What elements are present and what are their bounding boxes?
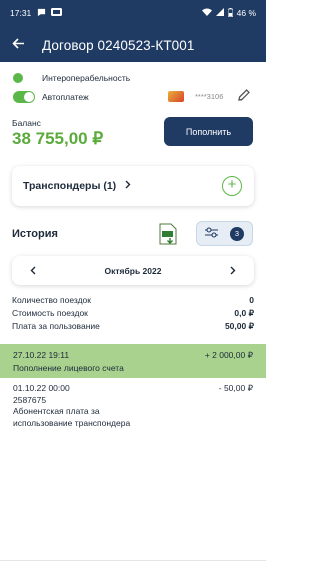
month-selector: Октябрь 2022 [12,256,254,285]
interoperability-label: Интероперабельность [42,73,131,83]
status-time: 17:31 [10,8,32,18]
edit-pencil-icon[interactable] [237,88,251,102]
status-dot [13,73,23,83]
add-transponder-button[interactable]: + [222,176,242,196]
stat-value: 0,0 ₽ [234,308,254,318]
stat-usage-fee: Плата за пользование 50,00 ₽ [12,321,254,332]
stat-value: 0 [249,295,254,305]
transaction-row[interactable]: 01.10.22 00:00 - 50,00 ₽ 2587675 Абонент… [0,383,266,429]
nav-divider [0,560,266,561]
stat-trips-count: Количество поездок 0 [12,295,254,305]
message-icon [37,8,46,19]
status-bar: 17:31 46 % [0,0,266,26]
bank-card-icon [168,91,184,102]
transaction-description-line-1: Абонентская плата за [13,406,100,416]
chevron-right-icon [125,180,131,192]
history-title: История [12,228,58,240]
transaction-amount: + 2 000,00 ₽ [204,350,253,360]
excel-export-icon[interactable] [159,223,177,245]
app-bar: Договор 0240523-КТ001 [0,30,266,60]
transponders-label: Транспондеры (1) [23,180,117,192]
filter-count-badge: 3 [230,227,244,241]
transaction-description: Пополнение лицевого счета [13,363,124,373]
balance-value: 38 755,00 ₽ [12,129,104,148]
interoperability-option: Интероперабельность [13,73,130,83]
next-month-arrow-icon[interactable] [230,263,236,278]
wifi-icon [201,8,212,18]
filter-sliders-icon [205,225,218,243]
filter-button[interactable]: 3 [196,221,253,246]
transaction-date: 01.10.22 00:00 [13,383,70,393]
topup-button[interactable]: Пополнить [164,117,253,146]
prev-month-arrow-icon[interactable] [30,263,36,278]
transaction-id: 2587675 [13,394,47,405]
transaction-amount: - 50,00 ₽ [218,383,253,393]
card-number: ****3106 [195,92,224,101]
month-label: Октябрь 2022 [104,265,162,276]
app-notification-icon [51,8,63,18]
autopay-toggle[interactable] [13,91,35,103]
top-app-bar: 17:31 46 % Договор 0240523-КТ001 [0,0,266,62]
autopay-option[interactable]: Автоплатеж [13,91,89,103]
stat-label: Количество поездок [12,295,91,305]
battery-icon [227,7,234,19]
autopay-label: Автоплатеж [42,92,89,102]
stat-label: Стоимость поездок [12,308,88,318]
transaction-row[interactable]: 27.10.22 19:11 + 2 000,00 ₽ Пополнение л… [0,344,266,378]
stat-trips-cost: Стоимость поездок 0,0 ₽ [12,308,254,319]
stat-value: 50,00 ₽ [224,321,254,331]
transaction-date: 27.10.22 19:11 [13,350,70,360]
stat-label: Плата за пользование [12,321,100,331]
back-arrow-icon[interactable] [0,30,36,60]
balance-label: Баланс [12,118,41,128]
transaction-description-line-2: использование транспондера [13,417,131,428]
battery-percent: 46 % [236,8,256,18]
signal-icon [215,8,224,18]
page-title: Договор 0240523-КТ001 [42,37,195,53]
transponders-card[interactable]: Транспондеры (1) + [12,166,254,206]
